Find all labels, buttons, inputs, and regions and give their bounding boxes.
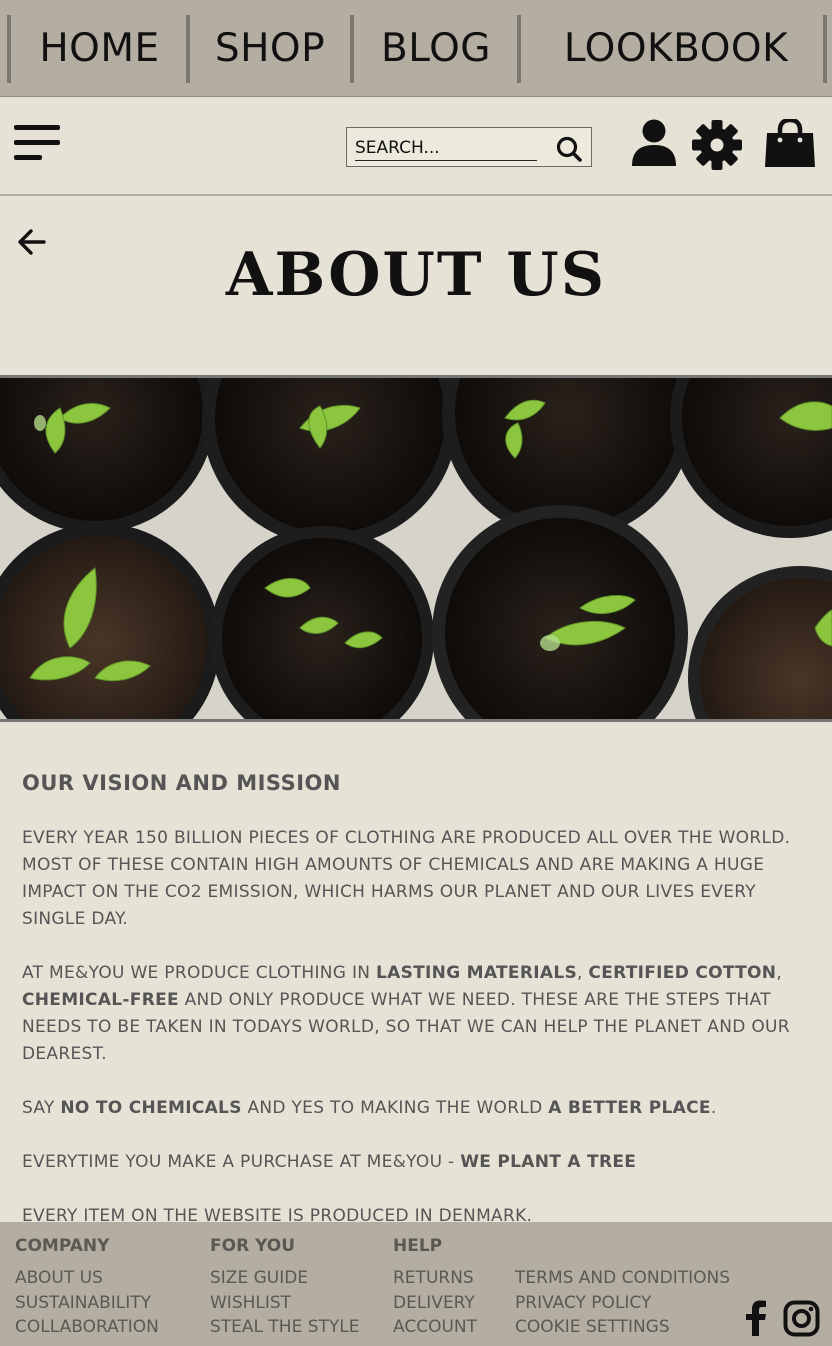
instagram-icon[interactable]	[783, 1300, 820, 1337]
nav-divider	[823, 15, 827, 83]
search-box	[346, 127, 592, 167]
top-navigation: HOME SHOP BLOG LOOKBOOK	[0, 0, 832, 97]
footer-link-returns[interactable]: RETURNS	[393, 1266, 477, 1291]
about-content: OUR VISION AND MISSION EVERY YEAR 150 BI…	[22, 770, 792, 1257]
hero-image	[0, 375, 832, 722]
footer-heading: FOR YOU	[210, 1236, 296, 1256]
nav-shop-link[interactable]: SHOP	[190, 20, 350, 78]
section-heading: OUR VISION AND MISSION	[22, 771, 341, 795]
paragraph-intro: EVERY YEAR 150 BILLION PIECES OF CLOTHIN…	[22, 828, 791, 929]
footer-legal-column: TERMS AND CONDITIONS PRIVACY POLICY COOK…	[515, 1266, 730, 1340]
footer-link-wishlist[interactable]: WISHLIST	[210, 1291, 360, 1316]
nav-lookbook-link[interactable]: LOOKBOOK	[521, 20, 831, 78]
seedling-pots-image	[0, 378, 832, 719]
footer-link-size-guide[interactable]: SIZE GUIDE	[210, 1266, 360, 1291]
page-title: ABOUT US	[225, 240, 607, 310]
highlight-chemical-free: CHEMICAL-FREE	[22, 990, 179, 1010]
highlight-plant-tree: WE PLANT A TREE	[460, 1152, 637, 1172]
footer-link-terms[interactable]: TERMS AND CONDITIONS	[515, 1266, 730, 1291]
footer-help-column: HELP RETURNS DELIVERY ACCOUNT	[393, 1236, 477, 1340]
search-input[interactable]	[355, 135, 537, 161]
footer-link-steal-the-style[interactable]: STEAL THE STYLE	[210, 1315, 360, 1340]
menu-icon[interactable]	[14, 124, 62, 164]
footer-link-about-us[interactable]: ABOUT US	[15, 1266, 159, 1291]
nav-home-link[interactable]: HOME	[12, 20, 187, 78]
footer-link-sustainability[interactable]: SUSTAINABILITY	[15, 1291, 159, 1316]
highlight-no-chemicals: NO TO CHEMICALS	[60, 1098, 242, 1118]
highlight-certified-cotton: CERTIFIED COTTON	[588, 963, 777, 983]
nav-blog-link[interactable]: BLOG	[354, 20, 518, 78]
nav-divider	[7, 15, 11, 83]
gear-icon[interactable]	[691, 119, 743, 171]
footer-link-cookie-settings[interactable]: COOKIE SETTINGS	[515, 1315, 730, 1340]
footer-heading: HELP	[393, 1236, 443, 1256]
shopping-bag-icon[interactable]	[763, 119, 817, 169]
paragraph-say-no: SAY NO TO CHEMICALS AND YES TO MAKING TH…	[22, 1098, 717, 1118]
highlight-lasting-materials: LASTING MATERIALS	[376, 963, 577, 983]
footer: COMPANY ABOUT US SUSTAINABILITY COLLABOR…	[0, 1222, 832, 1346]
search-icon[interactable]	[555, 135, 583, 163]
paragraph-production: AT ME&YOU WE PRODUCE CLOTHING IN LASTING…	[22, 963, 790, 1064]
user-icon[interactable]	[631, 119, 677, 167]
highlight-better-place: A BETTER PLACE	[548, 1098, 711, 1118]
facebook-icon[interactable]	[743, 1300, 769, 1336]
footer-link-collaboration[interactable]: COLLABORATION	[15, 1315, 159, 1340]
footer-for-you-column: FOR YOU SIZE GUIDE WISHLIST STEAL THE ST…	[210, 1236, 360, 1340]
footer-link-account[interactable]: ACCOUNT	[393, 1315, 477, 1340]
footer-link-delivery[interactable]: DELIVERY	[393, 1291, 477, 1316]
header-bar	[0, 97, 832, 196]
footer-link-privacy-policy[interactable]: PRIVACY POLICY	[515, 1291, 730, 1316]
paragraph-plant-tree: EVERYTIME YOU MAKE A PURCHASE AT ME&YOU …	[22, 1152, 637, 1172]
footer-heading: COMPANY	[15, 1236, 110, 1256]
footer-company-column: COMPANY ABOUT US SUSTAINABILITY COLLABOR…	[15, 1236, 159, 1340]
